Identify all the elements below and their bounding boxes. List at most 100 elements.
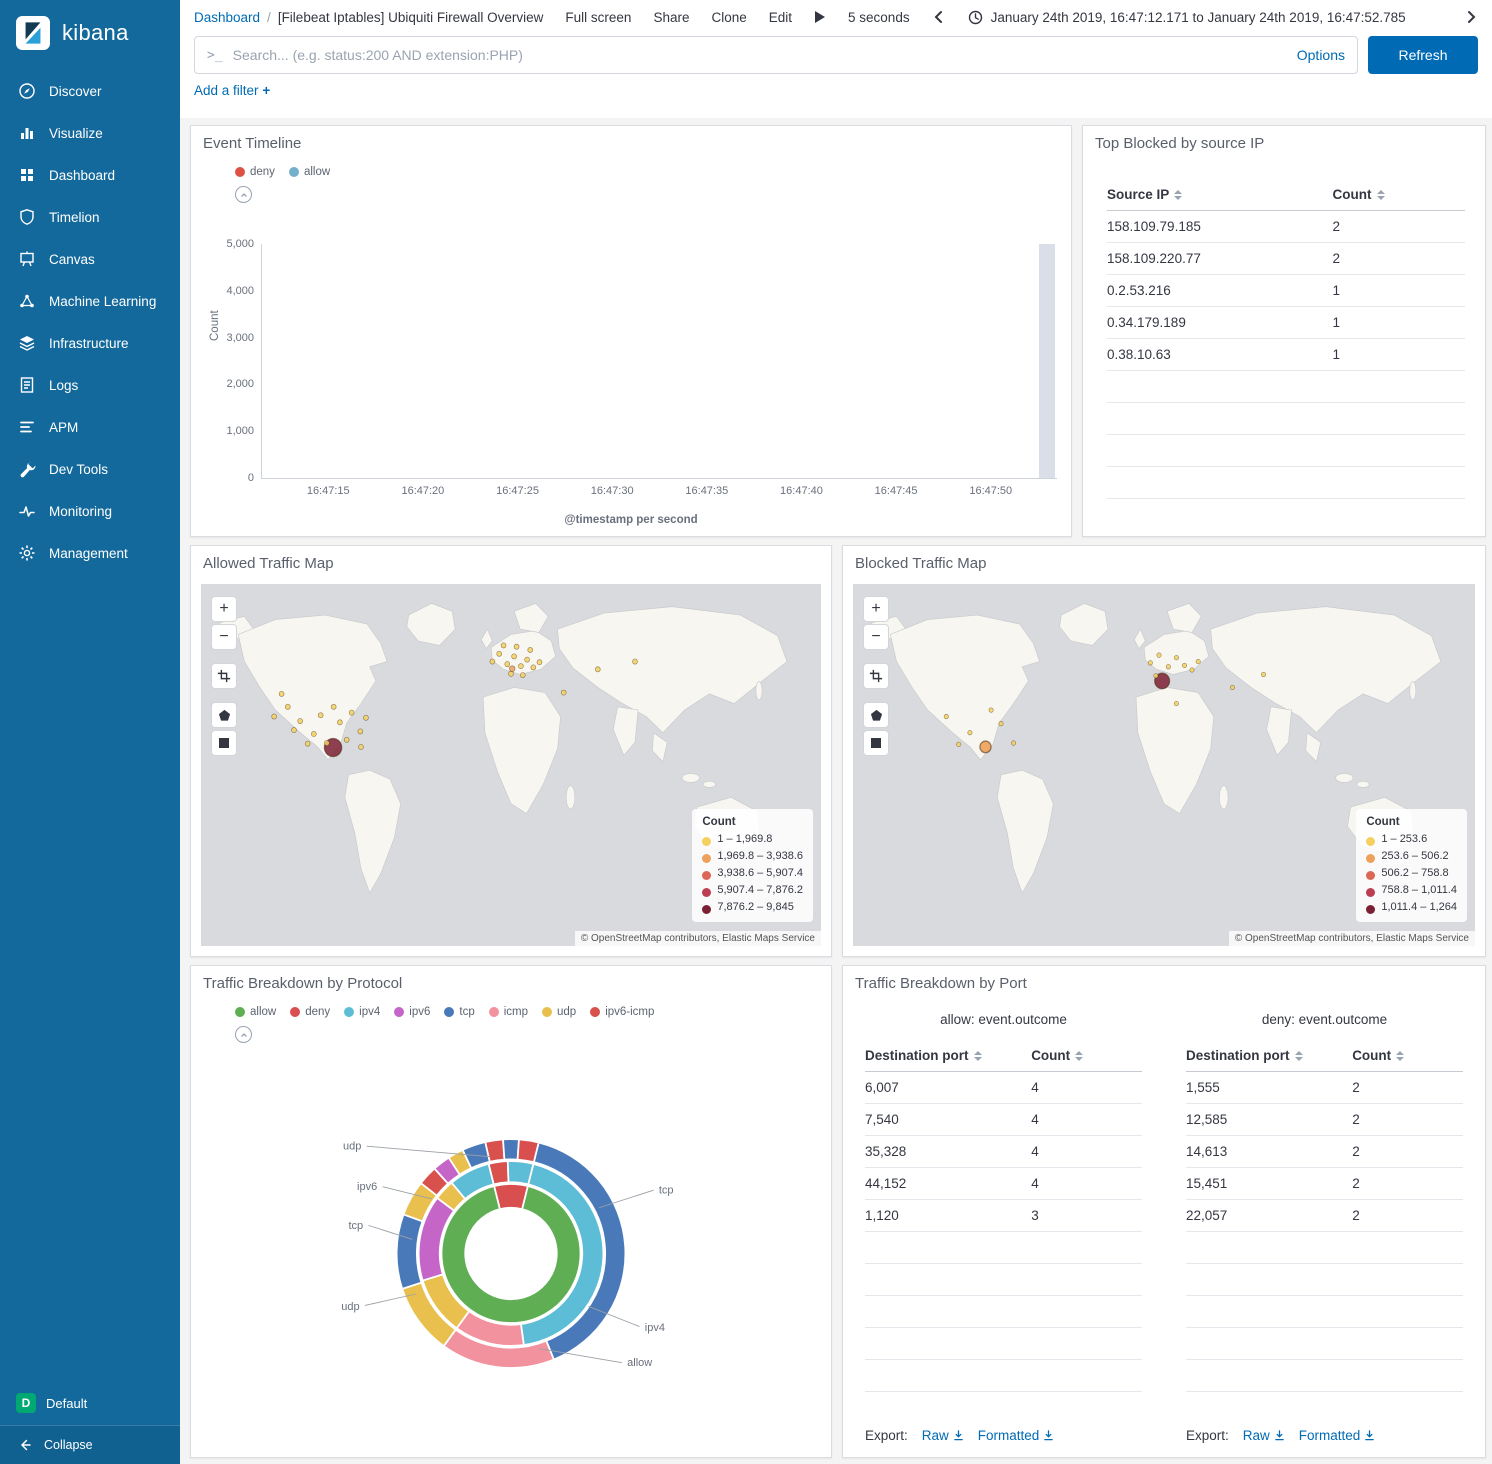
legend-item-ipv4[interactable]: ipv4 <box>344 1006 380 1018</box>
legend-item-allow[interactable]: allow <box>235 1006 276 1018</box>
column-header-count[interactable]: Count <box>1031 1039 1142 1072</box>
protocol-sunburst[interactable]: udpipv6tcpudptcpipv4allow <box>206 1074 816 1426</box>
download-icon <box>1274 1430 1285 1441</box>
draw-polygon-button[interactable] <box>211 702 237 728</box>
search-input[interactable] <box>233 47 1287 63</box>
column-header-destination-port[interactable]: Destination port <box>865 1039 1031 1072</box>
edit-button[interactable]: Edit <box>769 10 792 25</box>
map-dot <box>358 744 363 749</box>
legend-item-1 – 1,969.8[interactable]: 1 – 1,969.8 <box>702 831 803 848</box>
legend-item-253.6 – 506.2[interactable]: 253.6 – 506.2 <box>1366 848 1457 865</box>
map-dot <box>1148 661 1152 666</box>
map-dot <box>968 730 972 735</box>
legend-item-ipv6-icmp[interactable]: ipv6-icmp <box>590 1006 654 1018</box>
legend-item-allow[interactable]: allow <box>289 166 330 178</box>
sidebar-item-dashboard[interactable]: Dashboard <box>0 154 180 196</box>
legend-item-udp[interactable]: udp <box>542 1006 576 1018</box>
sidebar-item-apm[interactable]: APM <box>0 406 180 448</box>
column-header-count[interactable]: Count <box>1352 1039 1463 1072</box>
legend-item-7,876.2 – 9,845[interactable]: 7,876.2 – 9,845 <box>702 899 803 916</box>
blocked-map-canvas[interactable]: + − Count 1 – 253.6253.6 – 506.2506.2 – … <box>853 584 1475 946</box>
sunburst-segment-deny[interactable] <box>494 1184 528 1209</box>
refresh-interval[interactable]: 5 seconds <box>848 10 910 25</box>
export-raw-link[interactable]: Raw <box>922 1428 964 1443</box>
breadcrumb-dashboard-link[interactable]: Dashboard <box>194 10 260 25</box>
sidebar-item-management[interactable]: Management <box>0 532 180 574</box>
legend-item-5,907.4 – 7,876.2[interactable]: 5,907.4 – 7,876.2 <box>702 882 803 899</box>
allowed-map-canvas[interactable]: + − Count 1 – 1,969.81,969.8 – 3,938.63,… <box>201 584 821 946</box>
zoom-out-button[interactable]: − <box>863 624 889 650</box>
draw-polygon-button[interactable] <box>863 702 889 728</box>
sidebar-item-discover[interactable]: Discover <box>0 70 180 112</box>
chevron-right-icon[interactable] <box>1464 10 1478 24</box>
query-options-link[interactable]: Options <box>1297 47 1345 63</box>
zoom-in-button[interactable]: + <box>211 596 237 622</box>
legend-swatch <box>489 1007 499 1017</box>
collapse-label: Collapse <box>44 1438 93 1452</box>
sunburst-callout: udp <box>343 1141 361 1153</box>
map-dot <box>1196 659 1200 664</box>
legend-item-758.8 – 1,011.4[interactable]: 758.8 – 1,011.4 <box>1366 882 1457 899</box>
refresh-button[interactable]: Refresh <box>1368 36 1478 74</box>
kibana-logo[interactable]: kibana <box>0 0 180 70</box>
legend-swatch <box>290 1007 300 1017</box>
panel-title: Blocked Traffic Map <box>843 546 1485 576</box>
legend-item-ipv6[interactable]: ipv6 <box>394 1006 430 1018</box>
clone-button[interactable]: Clone <box>711 10 746 25</box>
map-dot <box>633 659 638 664</box>
zoom-in-button[interactable]: + <box>863 596 889 622</box>
draw-rectangle-button[interactable] <box>211 730 237 756</box>
legend-item-deny[interactable]: deny <box>235 166 275 178</box>
sidebar-item-monitoring[interactable]: Monitoring <box>0 490 180 532</box>
fit-bounds-button[interactable] <box>211 663 237 689</box>
monitoring-icon <box>18 502 36 520</box>
legend-item-506.2 – 758.8[interactable]: 506.2 – 758.8 <box>1366 865 1457 882</box>
sidebar-item-machine-learning[interactable]: Machine Learning <box>0 280 180 322</box>
apm-icon <box>18 418 36 436</box>
legend-item-tcp[interactable]: tcp <box>444 1006 474 1018</box>
legend-item-1,011.4 – 1,264[interactable]: 1,011.4 – 1,264 <box>1366 899 1457 916</box>
export-formatted-link[interactable]: Formatted <box>1299 1428 1376 1443</box>
play-refresh-icon[interactable] <box>814 10 826 24</box>
legend-swatch <box>1366 888 1375 897</box>
zoom-out-button[interactable]: − <box>211 624 237 650</box>
draw-rectangle-button[interactable] <box>863 730 889 756</box>
column-header-count[interactable]: Count <box>1333 178 1465 211</box>
sidebar-item-dev-tools[interactable]: Dev Tools <box>0 448 180 490</box>
sunburst-callout: allow <box>627 1357 652 1369</box>
sunburst-segment-deny[interactable] <box>518 1139 539 1162</box>
legend-collapse-button[interactable] <box>235 1026 252 1043</box>
page-title: [Filebeat Iptables] Ubiquiti Firewall Ov… <box>278 10 544 25</box>
sunburst-segment-tcp[interactable] <box>503 1139 519 1159</box>
legend-item-3,938.6 – 5,907.4[interactable]: 3,938.6 – 5,907.4 <box>702 865 803 882</box>
sidebar-item-visualize[interactable]: Visualize <box>0 112 180 154</box>
sidebar-item-logs[interactable]: Logs <box>0 364 180 406</box>
legend-item-1 – 253.6[interactable]: 1 – 253.6 <box>1366 831 1457 848</box>
sidebar-item-canvas[interactable]: Canvas <box>0 238 180 280</box>
fit-bounds-button[interactable] <box>863 663 889 689</box>
legend-item-1,969.8 – 3,938.6[interactable]: 1,969.8 – 3,938.6 <box>702 848 803 865</box>
legend-item-deny[interactable]: deny <box>290 1006 330 1018</box>
export-raw-link[interactable]: Raw <box>1243 1428 1285 1443</box>
protocol-legend: allow deny ipv4 ipv6 tcp icmp udp ipv6-icmp <box>235 1006 831 1018</box>
sidebar-item-timelion[interactable]: Timelion <box>0 196 180 238</box>
legend-collapse-button[interactable] <box>235 186 252 203</box>
space-selector[interactable]: D Default <box>0 1381 180 1425</box>
table-row: 0.2.53.2161 <box>1107 275 1465 307</box>
column-header-destination-port[interactable]: Destination port <box>1186 1039 1352 1072</box>
download-icon <box>1043 1430 1054 1441</box>
export-formatted-link[interactable]: Formatted <box>978 1428 1055 1443</box>
sunburst-callout: udp <box>341 1301 359 1313</box>
sunburst-segment-ipv4[interactable] <box>508 1161 534 1184</box>
query-prompt-icon: >_ <box>207 48 223 63</box>
add-filter-button[interactable]: Add a filter + <box>194 83 270 98</box>
chevron-left-icon[interactable] <box>932 10 946 24</box>
column-header-source-ip[interactable]: Source IP <box>1107 178 1333 211</box>
time-range-picker[interactable]: January 24th 2019, 16:47:12.171 to Janua… <box>968 10 1406 25</box>
full-screen-button[interactable]: Full screen <box>565 10 631 25</box>
sidebar-collapse-button[interactable]: Collapse <box>0 1425 180 1464</box>
panel-allowed-traffic-map: Allowed Traffic Map + − Count <box>190 545 832 957</box>
legend-item-icmp[interactable]: icmp <box>489 1006 528 1018</box>
share-button[interactable]: Share <box>653 10 689 25</box>
sidebar-item-infrastructure[interactable]: Infrastructure <box>0 322 180 364</box>
